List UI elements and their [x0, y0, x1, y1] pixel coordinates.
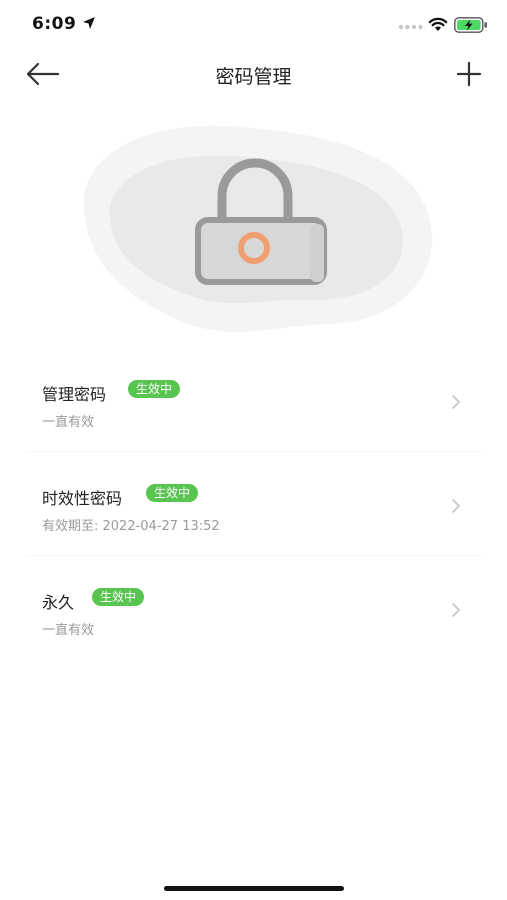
password-name: 管理密码: [42, 385, 107, 404]
location-arrow-icon: [83, 17, 95, 29]
list-item[interactable]: 管理密码 生效中 一直有效: [26, 348, 481, 451]
password-validity: 一直有效: [42, 623, 95, 638]
status-badge: 生效中: [146, 484, 199, 502]
home-indicator[interactable]: [164, 886, 344, 891]
status-badge: 生效中: [128, 380, 181, 398]
chevron-right-icon: [452, 499, 460, 513]
status-badge: 生效中: [92, 588, 145, 606]
battery-charging-icon: [454, 17, 487, 33]
chevron-right-icon: [452, 603, 460, 617]
status-bar: 6:09: [0, 0, 507, 50]
wifi-icon: [428, 17, 448, 31]
password-validity: 有效期至: 2022-04-27 13:52: [42, 519, 220, 534]
page-title: 密码管理: [215, 66, 292, 88]
password-validity: 一直有效: [42, 415, 95, 430]
list-item[interactable]: 永久 生效中 一直有效: [26, 555, 481, 659]
status-time: 6:09: [32, 14, 77, 34]
password-name: 永久: [42, 593, 75, 612]
add-icon[interactable]: [452, 58, 486, 90]
password-name: 时效性密码: [42, 489, 123, 508]
lock-illustration-icon: [83, 125, 433, 332]
password-list: 管理密码 生效中 一直有效 时效性密码 生效中 有效期至: 2022-04-27…: [0, 348, 507, 659]
chevron-right-icon: [452, 395, 460, 409]
nav-bar: 密码管理: [0, 50, 507, 100]
list-item[interactable]: 时效性密码 生效中 有效期至: 2022-04-27 13:52: [26, 451, 481, 555]
signal-dots-icon: [398, 24, 423, 30]
